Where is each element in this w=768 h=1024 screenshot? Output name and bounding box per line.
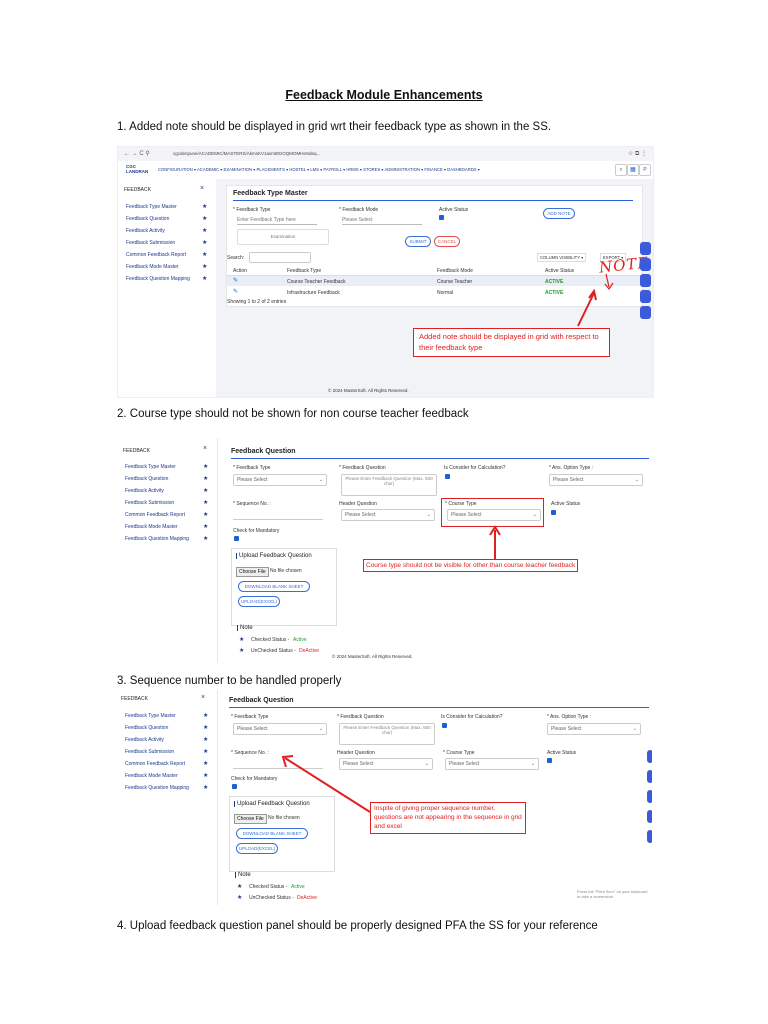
profile-icon[interactable]: P (639, 164, 651, 176)
annotation-shot1: Added note should be displayed in grid w… (413, 328, 610, 357)
star-icon[interactable]: ★ (203, 463, 208, 470)
browser-nav-icons[interactable]: ← → C ⚲ (124, 150, 150, 157)
star-icon[interactable]: ★ (202, 227, 207, 234)
star-icon[interactable]: ★ (203, 760, 208, 767)
annotation-arrow (489, 525, 501, 559)
star-icon[interactable]: ★ (203, 712, 208, 719)
floating-icon[interactable] (640, 290, 651, 303)
sidebar-item-common-feedback-report[interactable]: Common Feedback Report (126, 252, 186, 258)
annotation-arrow (281, 755, 371, 813)
star-icon[interactable]: ★ (203, 475, 208, 482)
sidebar-item-feedback-type-master[interactable]: Feedback Type Master (125, 713, 176, 719)
main-content: Feedback Question * Feedback Type Please… (217, 438, 652, 663)
sidebar-item-feedback-question[interactable]: Feedback Question (125, 476, 168, 482)
browser-address-bar: ← → C ⚲ cgcdenpune/ACADEMIC/MASTERS/Akms… (118, 147, 653, 162)
sidebar-item-feedback-submission[interactable]: Feedback Submission (125, 500, 174, 506)
document-title: Feedback Module Enhancements (285, 88, 483, 102)
sidebar-item-feedback-mode-master[interactable]: Feedback Mode Master (125, 524, 178, 530)
star-icon[interactable]: ★ (202, 203, 207, 210)
sidebar-item-feedback-question[interactable]: Feedback Question (126, 216, 169, 222)
star-icon[interactable]: ★ (203, 736, 208, 743)
sidebar-item-feedback-question-mapping[interactable]: Feedback Question Mapping (125, 785, 189, 791)
point-3-text: 3. Sequence number to be handled properl… (117, 675, 342, 687)
star-icon[interactable]: ★ (203, 523, 208, 530)
app-header: CGC LANDRAN CONFIGURATION ▾ ACADEMIC ▾ E… (118, 161, 653, 180)
floating-icon[interactable] (647, 830, 652, 843)
close-icon[interactable]: × (201, 694, 205, 701)
floating-icon[interactable] (640, 306, 651, 319)
annotation-shot3: Inspite of giving proper sequence number… (370, 802, 526, 835)
sidebar-item-feedback-activity[interactable]: Feedback Activity (126, 228, 165, 234)
browser-action-icons[interactable]: ☆ ⧉ ⋮ (628, 150, 647, 158)
floating-icon[interactable] (647, 790, 652, 803)
sidebar-item-feedback-submission[interactable]: Feedback Submission (125, 749, 174, 755)
sidebar-item-feedback-question-mapping[interactable]: Feedback Question Mapping (126, 276, 190, 282)
sidebar: FEEDBACK × Feedback Type Master ★ Feedba… (117, 690, 218, 905)
sidebar-title: FEEDBACK (121, 696, 148, 702)
floating-icon[interactable] (647, 750, 652, 763)
screenshot-feedback-question-sequence: FEEDBACK × Feedback Type Master ★ Feedba… (117, 690, 652, 905)
star-icon[interactable]: ★ (203, 487, 208, 494)
sidebar-item-feedback-activity[interactable]: Feedback Activity (125, 488, 164, 494)
star-icon[interactable]: ★ (203, 772, 208, 779)
sidebar-item-feedback-mode-master[interactable]: Feedback Mode Master (126, 264, 179, 270)
floating-icon[interactable] (640, 258, 651, 271)
annotation-arrows (577, 273, 614, 327)
floating-icon[interactable] (640, 274, 651, 287)
close-icon[interactable]: × (203, 445, 207, 452)
star-icon[interactable]: ★ (202, 215, 207, 222)
star-icon[interactable]: ★ (202, 263, 207, 270)
sidebar-item-feedback-type-master[interactable]: Feedback Type Master (125, 464, 176, 470)
sidebar: FEEDBACK × Feedback Type Master ★ Feedba… (118, 179, 217, 397)
footer-text: © 2024 MasterSoft. All Rights Reserved. (328, 388, 409, 393)
star-icon[interactable]: ★ (203, 499, 208, 506)
close-icon[interactable]: × (200, 185, 204, 192)
search-icon[interactable]: ⌕ (615, 164, 627, 176)
floating-icon[interactable] (647, 770, 652, 783)
star-icon[interactable]: ★ (203, 724, 208, 731)
point-1-text: 1. Added note should be displayed in gri… (117, 121, 552, 133)
sidebar-item-feedback-type-master[interactable]: Feedback Type Master (126, 204, 177, 210)
sidebar-item-common-feedback-report[interactable]: Common Feedback Report (125, 512, 185, 518)
main-content: Feedback Question * Feedback Type Please… (217, 690, 652, 905)
grid-icon[interactable]: ▦ (627, 164, 639, 176)
url-text[interactable]: cgcdenpune/ACADEMIC/MASTERS/AkmsKV1asm80… (173, 151, 320, 156)
sidebar: FEEDBACK × Feedback Type Master ★ Feedba… (117, 438, 218, 663)
annotation-shot2: Course type should not be visible for ot… (363, 559, 579, 573)
sidebar-item-feedback-question-mapping[interactable]: Feedback Question Mapping (125, 536, 189, 542)
point-4-text: 4. Upload feedback question panel should… (117, 920, 598, 932)
floating-icon[interactable] (647, 810, 652, 823)
screenshot-feedback-question-course-type: FEEDBACK × Feedback Type Master ★ Feedba… (117, 438, 652, 663)
sidebar-title: FEEDBACK (123, 448, 150, 454)
sidebar-title: FEEDBACK (124, 187, 151, 193)
star-icon[interactable]: ★ (202, 275, 207, 282)
main-content: Feedback Type Master * Feedback Type Ent… (216, 179, 653, 397)
star-icon[interactable]: ★ (203, 784, 208, 791)
sidebar-item-feedback-submission[interactable]: Feedback Submission (126, 240, 175, 246)
sidebar-item-feedback-mode-master[interactable]: Feedback Mode Master (125, 773, 178, 779)
sidebar-item-feedback-activity[interactable]: Feedback Activity (125, 737, 164, 743)
point-2-text: 2. Course type should not be shown for n… (117, 408, 469, 420)
top-nav-menu[interactable]: CONFIGURATION ▾ ACADEMIC ▾ EXAMINATION ▾… (158, 167, 480, 172)
logo: CGC LANDRAN (126, 164, 149, 174)
sidebar-item-feedback-question[interactable]: Feedback Question (125, 725, 168, 731)
star-icon[interactable]: ★ (202, 239, 207, 246)
sidebar-item-common-feedback-report[interactable]: Common Feedback Report (125, 761, 185, 767)
star-icon[interactable]: ★ (203, 511, 208, 518)
star-icon[interactable]: ★ (202, 251, 207, 258)
star-icon[interactable]: ★ (203, 748, 208, 755)
screenshot-feedback-type-master: ← → C ⚲ cgcdenpune/ACADEMIC/MASTERS/Akms… (117, 146, 654, 398)
floating-icon[interactable] (640, 242, 651, 255)
star-icon[interactable]: ★ (203, 535, 208, 542)
